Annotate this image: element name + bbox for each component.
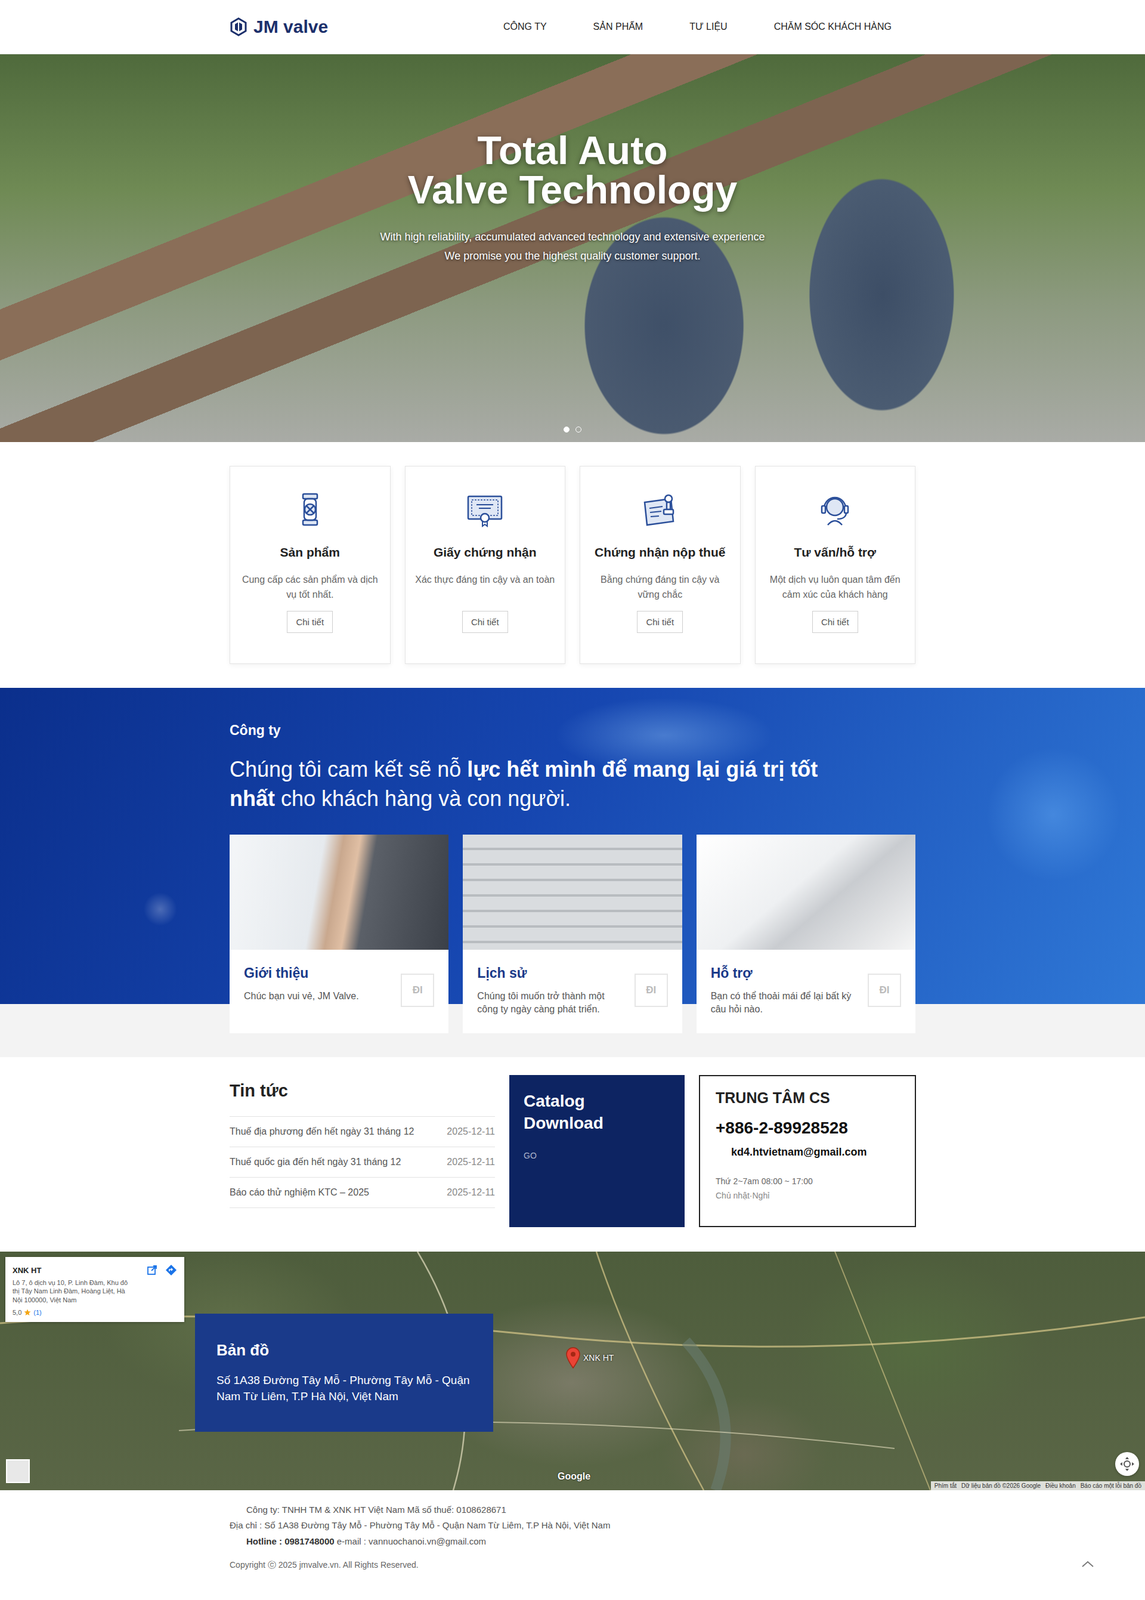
- go-button[interactable]: ĐI: [400, 973, 435, 1007]
- attribution-link[interactable]: Dữ liệu bản đồ ©2026 Google: [961, 1481, 1041, 1489]
- google-logo: Google: [557, 1470, 591, 1482]
- news-item[interactable]: Thuế địa phương đến hết ngày 31 tháng 12…: [229, 1116, 495, 1147]
- catalog-go-link[interactable]: GO: [523, 1150, 671, 1160]
- company-heading: Chúng tôi cam kết sẽ nỗ lực hết mình để …: [229, 754, 832, 813]
- hero-banner: Total AutoValve Technology With high reli…: [0, 54, 1145, 442]
- nav-item[interactable]: CÔNG TY: [503, 21, 547, 33]
- map-pin[interactable]: XNK HT: [565, 1346, 614, 1369]
- carousel-dot[interactable]: [575, 426, 582, 433]
- hero-photo: [0, 54, 1145, 442]
- map-attribution: Phím tắt Dữ liệu bản đồ ©2026 Google Điều …: [930, 1480, 1145, 1490]
- open-in-maps-icon[interactable]: [146, 1263, 159, 1276]
- detail-button[interactable]: Chi tiết: [462, 610, 509, 633]
- news-panel: Tin tứcThuế địa phương đến hết ngày 31 t…: [229, 1074, 495, 1227]
- star-icon: [23, 1308, 32, 1316]
- map-control[interactable]: [1115, 1451, 1140, 1476]
- header: JM valve CÔNG TY SẢN PHẨM TƯ LIỆU CHĂM SÓC K…: [0, 0, 1145, 55]
- detail-button[interactable]: Chi tiết: [286, 610, 333, 633]
- card-photo: [696, 834, 916, 950]
- attribution-link[interactable]: Phím tắt: [934, 1481, 957, 1489]
- info-section: Tin tứcThuế địa phương đến hết ngày 31 t…: [0, 1056, 1145, 1252]
- feature-card: Chứng nhận nộp thuếBằng chứng đáng tin c…: [579, 465, 741, 664]
- hero-title: Total AutoValve Technology: [407, 130, 738, 210]
- detail-button[interactable]: Chi tiết: [636, 610, 683, 633]
- headset-icon: [815, 490, 854, 529]
- feature-card: Sản phẩmCung cấp các sản phẩm và dịch vụ…: [229, 465, 391, 664]
- logo[interactable]: JM valve: [229, 16, 328, 37]
- company-label: Công ty: [229, 722, 916, 739]
- carousel-dots: [0, 426, 1145, 433]
- pin-icon: [565, 1346, 581, 1369]
- footer: Công ty: TNHH TM & XNK HT Việt Nam Mã số…: [0, 1489, 1145, 1586]
- hero-subtitle: With high reliability, accumulated advan…: [379, 227, 765, 266]
- nav-item[interactable]: TƯ LIỆU: [689, 21, 727, 33]
- valve-icon: [291, 490, 330, 529]
- map[interactable]: XNK HTLô 7, ô dịch vụ 10, P. Linh Đàm, K…: [0, 1251, 1145, 1490]
- main-nav: CÔNG TY SẢN PHẨM TƯ LIỆU CHĂM SÓC KHÁCH HÀN…: [503, 21, 916, 33]
- certificate-icon: [465, 490, 504, 529]
- tax-document-icon: [641, 490, 680, 529]
- page: JM valve CÔNG TY SẢN PHẨM TƯ LIỆU CHĂM SÓC K…: [0, 0, 1145, 1586]
- place-card: XNK HTLô 7, ô dịch vụ 10, P. Linh Đàm, K…: [5, 1256, 185, 1322]
- map-panel: Bản đồSố 1A38 Đường Tây Mỗ - Phường Tây …: [195, 1313, 494, 1432]
- detail-button[interactable]: Chi tiết: [812, 610, 859, 633]
- features-section: Sản phẩmCung cấp các sản phẩm và dịch vụ…: [0, 441, 1145, 688]
- nav-item[interactable]: CHĂM SÓC KHÁCH HÀNG: [774, 21, 892, 33]
- go-button[interactable]: ĐI: [867, 973, 902, 1007]
- catalog-download[interactable]: Catalog DownloadGO: [509, 1074, 685, 1227]
- go-button[interactable]: ĐI: [634, 973, 668, 1007]
- camera-control-icon: [1119, 1455, 1135, 1472]
- carousel-dot[interactable]: [563, 426, 570, 433]
- footer-line: Địa chỉ : Số 1A38 Đường Tây Mỗ - Phường …: [229, 1517, 916, 1533]
- footer-line: Hotline : 0981748000 e-mail : vannuochan…: [229, 1533, 916, 1549]
- company-section: Công ty Chúng tôi cam kết sẽ nỗ lực hết m…: [0, 687, 1145, 1057]
- logo-icon: [229, 17, 248, 37]
- card-photo: [229, 834, 449, 950]
- nav-item[interactable]: SẢN PHẨM: [593, 21, 644, 33]
- footer-line: Công ty: TNHH TM & XNK HT Việt Nam Mã số…: [229, 1501, 916, 1518]
- card-photo: [462, 834, 682, 950]
- news-item[interactable]: Thuế quốc gia đến hết ngày 31 tháng 1220…: [229, 1146, 495, 1178]
- company-card[interactable]: Hỗ trợBạn có thể thoải mái để lại bất kỳ…: [696, 834, 916, 1033]
- street-view-thumb[interactable]: [5, 1458, 30, 1483]
- company-card[interactable]: Lịch sửChúng tôi muốn trở thành một công…: [462, 834, 682, 1033]
- copyright: Copyright ⓒ 2025 jmvalve.vn. All Rights …: [229, 1559, 916, 1571]
- news-item[interactable]: Báo cáo thử nghiệm KTC – 20252025-12-11: [229, 1177, 495, 1208]
- attribution-link[interactable]: Điều khoản: [1045, 1481, 1076, 1489]
- feature-card: Giấy chứng nhậnXác thực đáng tin cậy và …: [404, 465, 566, 664]
- attribution-link[interactable]: Báo cáo một lỗi bản đồ: [1080, 1481, 1142, 1489]
- company-card[interactable]: Giới thiệuChúc bạn vui vẻ, JM Valve.ĐI: [229, 834, 449, 1033]
- cs-center: TRUNG TÂM CS+886-2-89928528kd4.htvietnam…: [698, 1074, 916, 1227]
- feature-card: Tư vấn/hỗ trợMột dịch vụ luôn quan tâm đ…: [754, 465, 916, 664]
- directions-icon[interactable]: [165, 1263, 178, 1276]
- scroll-top-icon[interactable]: [1080, 1558, 1095, 1569]
